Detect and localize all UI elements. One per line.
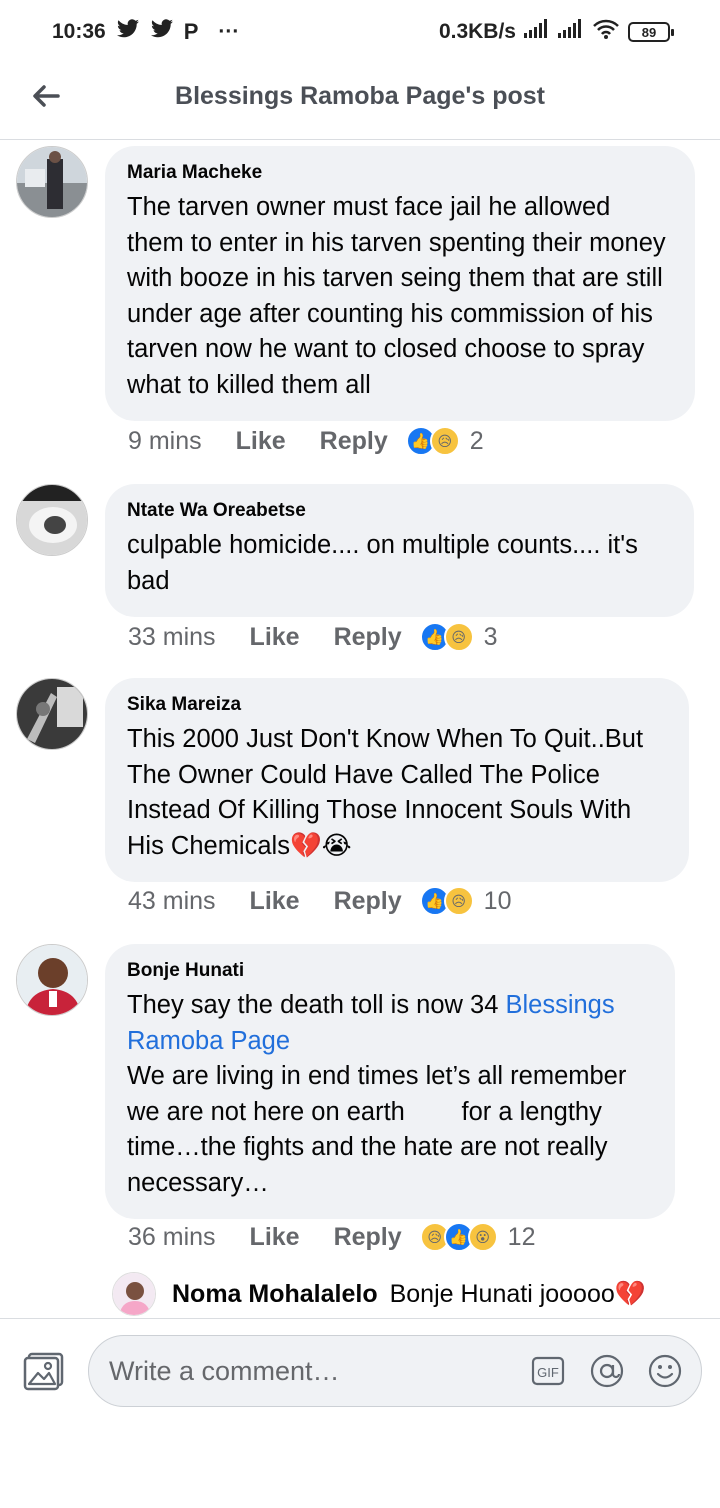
comment-time[interactable]: 9 mins (128, 427, 202, 456)
mention-icon[interactable] (589, 1353, 625, 1389)
battery-icon: 89 (628, 22, 674, 42)
signal-icon (558, 19, 584, 45)
avatar[interactable] (16, 146, 88, 218)
twitter-icon (150, 19, 174, 45)
sad-reaction-icon: 😥 (443, 886, 474, 916)
avatar[interactable] (16, 678, 88, 750)
status-time: 10:36 (52, 20, 106, 43)
signal-icon (524, 19, 550, 45)
reaction-count: 3 (483, 622, 498, 651)
reply-button[interactable]: Reply (334, 887, 402, 916)
sad-reaction-icon: 😥 (429, 426, 460, 456)
comment-bubble: Ntate Wa Oreabetse culpable homicide....… (105, 484, 694, 617)
comment-text: culpable homicide.... on multiple counts… (127, 531, 638, 595)
reply-author[interactable]: Noma Mohalalelo (172, 1280, 378, 1309)
reaction-summary[interactable]: 👍 😥 3 (419, 622, 498, 652)
comment-text: The tarven owner must face jail he allow… (127, 193, 666, 399)
comment-bubble: Bonje Hunati They say the death toll is … (105, 944, 675, 1219)
reaction-count: 12 (507, 1222, 536, 1251)
p-icon: P (183, 19, 199, 44)
reply-button[interactable]: Reply (320, 427, 388, 456)
like-button[interactable]: Like (250, 623, 300, 652)
comment-input-placeholder: Write a comment… (109, 1356, 340, 1386)
photo-icon[interactable] (22, 1351, 66, 1391)
reaction-summary[interactable]: 😥 👍 😮 12 (419, 1222, 536, 1252)
comment-actions: 43 mins Like Reply 👍 😥 10 (128, 886, 511, 916)
gif-icon[interactable]: GIF (531, 1355, 565, 1387)
comment-author[interactable]: Ntate Wa Oreabetse (127, 500, 672, 522)
avatar[interactable] (112, 1272, 156, 1316)
reaction-summary[interactable]: 👍 😥 2 (405, 426, 484, 456)
reaction-count: 10 (483, 886, 512, 915)
avatar[interactable] (16, 944, 88, 1016)
like-button[interactable]: Like (236, 427, 286, 456)
comment-bubble: Sika Mareiza This 2000 Just Don't Know W… (105, 678, 689, 882)
sad-reaction-icon: 😥 (443, 622, 474, 652)
reaction-count: 2 (469, 426, 484, 455)
comment-text: This 2000 Just Don't Know When To Quit..… (127, 725, 644, 860)
comment-author[interactable]: Bonje Hunati (127, 960, 653, 982)
comment-actions: 33 mins Like Reply 👍 😥 3 (128, 622, 498, 652)
comment-time[interactable]: 33 mins (128, 623, 216, 652)
twitter-icon (116, 19, 140, 45)
comment-bubble: Maria Macheke The tarven owner must face… (105, 146, 695, 421)
comment-text-part: We are living in end times let’s all rem… (127, 1062, 634, 1197)
wifi-icon (592, 18, 620, 46)
comment-text: They say the death toll is now 34 Blessi… (127, 988, 653, 1201)
like-button[interactable]: Like (250, 1223, 300, 1252)
page-title: Blessings Ramoba Page's post (175, 82, 545, 110)
more-notifications-icon: ··· (218, 20, 240, 43)
comment-text-part: They say the death toll is now 34 (127, 991, 506, 1019)
reply-button[interactable]: Reply (334, 623, 402, 652)
emoji-icon[interactable] (647, 1353, 683, 1389)
comment-input[interactable]: Write a comment… GIF (88, 1335, 702, 1407)
status-bar: 10:36 P ··· 0.3KB/s 89 (0, 0, 720, 64)
reaction-summary[interactable]: 👍 😥 10 (419, 886, 512, 916)
gif-label: GIF (537, 1365, 559, 1380)
comment-actions: 9 mins Like Reply 👍 😥 2 (128, 426, 484, 456)
avatar[interactable] (16, 484, 88, 556)
comment-time[interactable]: 43 mins (128, 887, 216, 916)
data-speed: 0.3KB/s (438, 20, 516, 43)
comment-actions: 36 mins Like Reply 😥 👍 😮 12 (128, 1222, 535, 1252)
comment-composer: Write a comment… GIF (0, 1318, 720, 1508)
battery-level: 89 (641, 24, 657, 40)
reply-preview[interactable]: Noma Mohalalelo Bonje Hunati jooooo💔 (112, 1272, 646, 1316)
reply-button[interactable]: Reply (334, 1223, 402, 1252)
comment-author[interactable]: Maria Macheke (127, 162, 673, 184)
reply-text: Bonje Hunati jooooo💔 (389, 1279, 646, 1308)
comment-time[interactable]: 36 mins (128, 1223, 216, 1252)
wow-reaction-icon: 😮 (467, 1222, 498, 1252)
comment-author[interactable]: Sika Mareiza (127, 694, 667, 716)
post-header: Blessings Ramoba Page's post (0, 64, 720, 140)
like-button[interactable]: Like (250, 887, 300, 916)
